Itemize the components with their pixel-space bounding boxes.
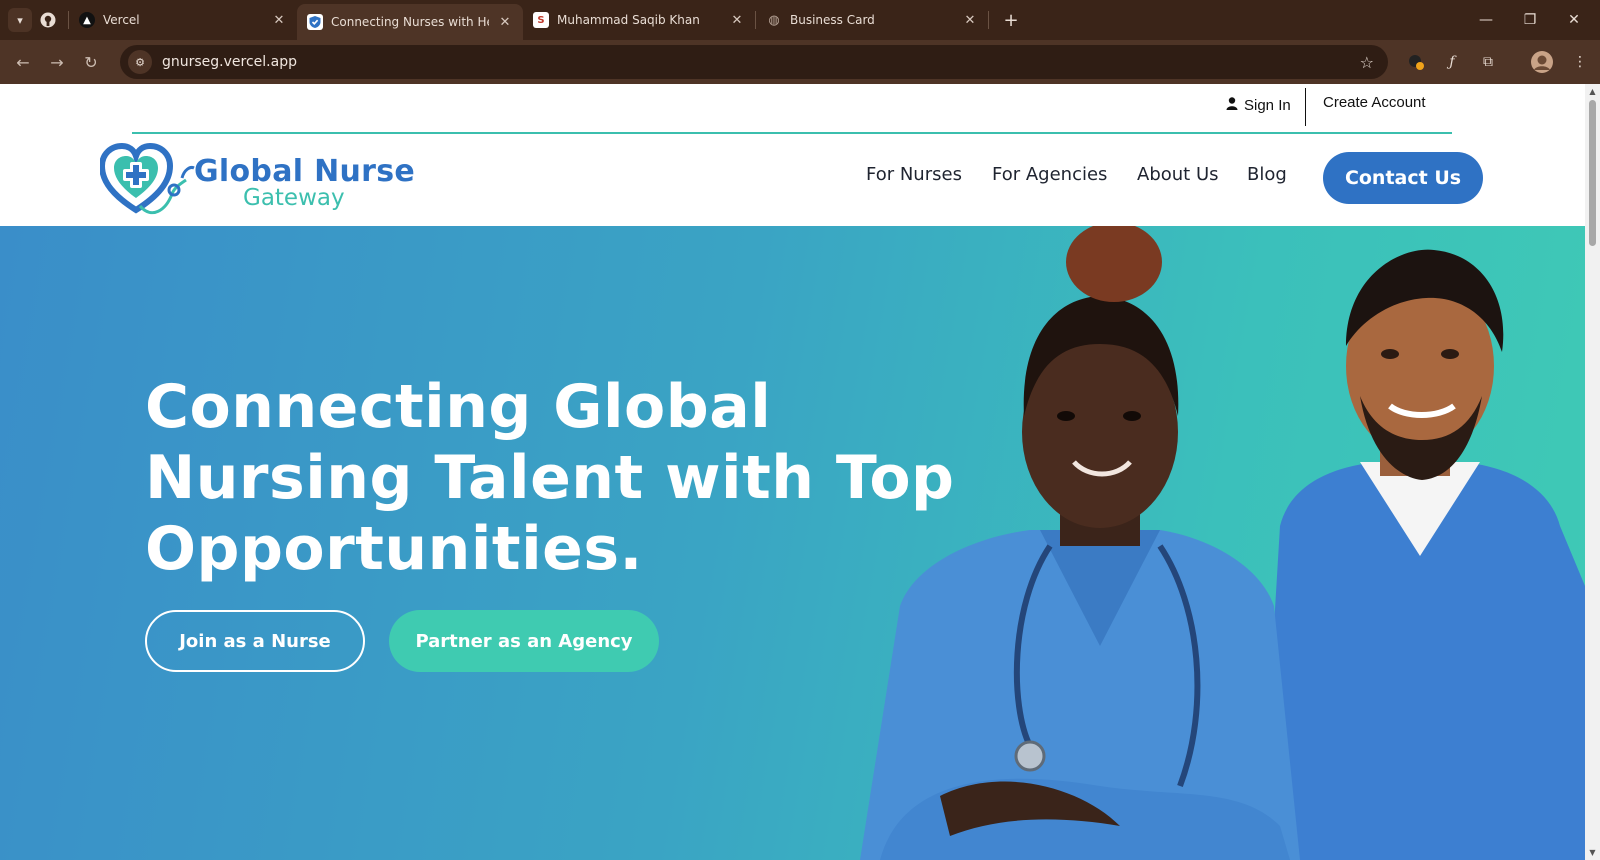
pinned-tab-github[interactable]	[32, 0, 68, 40]
address-bar[interactable]: ⚙ gnurseg.vercel.app ☆	[120, 45, 1388, 79]
contact-us-button[interactable]: Contact Us	[1323, 152, 1483, 204]
shield-icon	[307, 14, 323, 30]
close-window-icon[interactable]: ✕	[1552, 0, 1596, 40]
minimize-icon[interactable]: —	[1464, 0, 1508, 40]
page-scrollbar[interactable]: ▲ ▼	[1585, 84, 1600, 860]
nav-for-nurses[interactable]: For Nurses	[866, 164, 962, 185]
hero-title: Connecting Global Nursing Talent with To…	[145, 372, 955, 585]
scrollbar-thumb[interactable]	[1589, 100, 1596, 246]
auth-divider	[1305, 88, 1306, 126]
github-icon	[40, 12, 56, 28]
page-viewport: Sign In Create Account Global Nurse Gate…	[0, 84, 1585, 860]
nav-for-agencies[interactable]: For Agencies	[992, 164, 1107, 185]
back-arrow-icon[interactable]: ←	[6, 45, 40, 79]
scroll-down-icon[interactable]: ▼	[1588, 848, 1597, 857]
browser-menu-icon[interactable]: ⋮	[1564, 46, 1596, 78]
close-tab-icon[interactable]: ✕	[962, 13, 978, 28]
hero-title-line: Connecting Global	[145, 372, 772, 442]
tab-gnurseg[interactable]: Connecting Nurses with Health ✕	[297, 4, 523, 40]
url-text[interactable]: gnurseg.vercel.app	[162, 54, 297, 70]
hero-title-line: Opportunities.	[145, 514, 643, 584]
logo-subtitle: Gateway	[243, 185, 345, 211]
tab-title: Business Card	[790, 13, 875, 27]
tab-search-chevron-icon[interactable]: ▾	[8, 8, 32, 32]
tab-divider	[988, 11, 989, 29]
close-tab-icon[interactable]: ✕	[729, 13, 745, 28]
tab-title: Connecting Nurses with Health	[331, 15, 489, 29]
new-tab-icon[interactable]: +	[999, 10, 1023, 31]
header-divider	[132, 132, 1452, 134]
forward-arrow-icon[interactable]: →	[40, 45, 74, 79]
nav-about-us[interactable]: About Us	[1137, 164, 1219, 185]
partner-as-agency-button[interactable]: Partner as an Agency	[389, 610, 659, 672]
browser-toolbar: ← → ↻ ⚙ gnurseg.vercel.app ☆ ƒ ⧉ ⋮	[0, 40, 1600, 84]
heart-stethoscope-icon	[100, 142, 195, 215]
scroll-up-icon[interactable]: ▲	[1588, 87, 1597, 96]
profile-avatar-icon[interactable]	[1526, 46, 1558, 78]
globe-icon: ◍	[768, 12, 780, 28]
create-account-link[interactable]: Create Account	[1323, 94, 1426, 111]
site-info-icon[interactable]: ⚙	[128, 50, 152, 74]
hero-title-line: Nursing Talent with Top	[145, 443, 955, 513]
browser-tab-strip: ▾ ▲ Vercel ✕ Connecting Nurses with Heal…	[0, 0, 1600, 40]
tab-business-card[interactable]: ◍ Business Card ✕	[756, 0, 988, 40]
tab-vercel[interactable]: ▲ Vercel ✕	[69, 0, 297, 40]
tab-title: Muhammad Saqib Khan	[557, 13, 700, 27]
hero-section: Connecting Global Nursing Talent with To…	[0, 226, 1585, 860]
auth-bar: Sign In Create Account	[0, 84, 1585, 132]
bookmark-star-icon[interactable]: ☆	[1360, 53, 1374, 72]
tab-muhammad-saqib-khan[interactable]: S Muhammad Saqib Khan ✕	[523, 0, 755, 40]
sign-in-label[interactable]: Sign In	[1244, 97, 1291, 114]
extension-icon[interactable]	[1400, 46, 1432, 78]
logo-title: Global Nurse	[194, 154, 416, 189]
extensions-puzzle-icon[interactable]: ⧉	[1472, 46, 1504, 78]
reload-icon[interactable]: ↻	[74, 45, 108, 79]
vercel-icon: ▲	[79, 12, 95, 28]
close-tab-icon[interactable]: ✕	[271, 13, 287, 28]
font-extension-icon[interactable]: ƒ	[1436, 46, 1468, 78]
s-icon: S	[533, 12, 549, 28]
close-tab-icon[interactable]: ✕	[497, 15, 513, 30]
site-logo[interactable]: Global Nurse Gateway	[100, 140, 415, 220]
user-icon	[1226, 97, 1238, 113]
sign-in-link[interactable]: Sign In	[1226, 94, 1291, 116]
hero-nurses-photo	[860, 226, 1585, 860]
join-as-nurse-button[interactable]: Join as a Nurse	[145, 610, 365, 672]
restore-icon[interactable]: ❐	[1508, 0, 1552, 40]
nav-blog[interactable]: Blog	[1247, 164, 1287, 185]
tab-title: Vercel	[103, 13, 140, 27]
